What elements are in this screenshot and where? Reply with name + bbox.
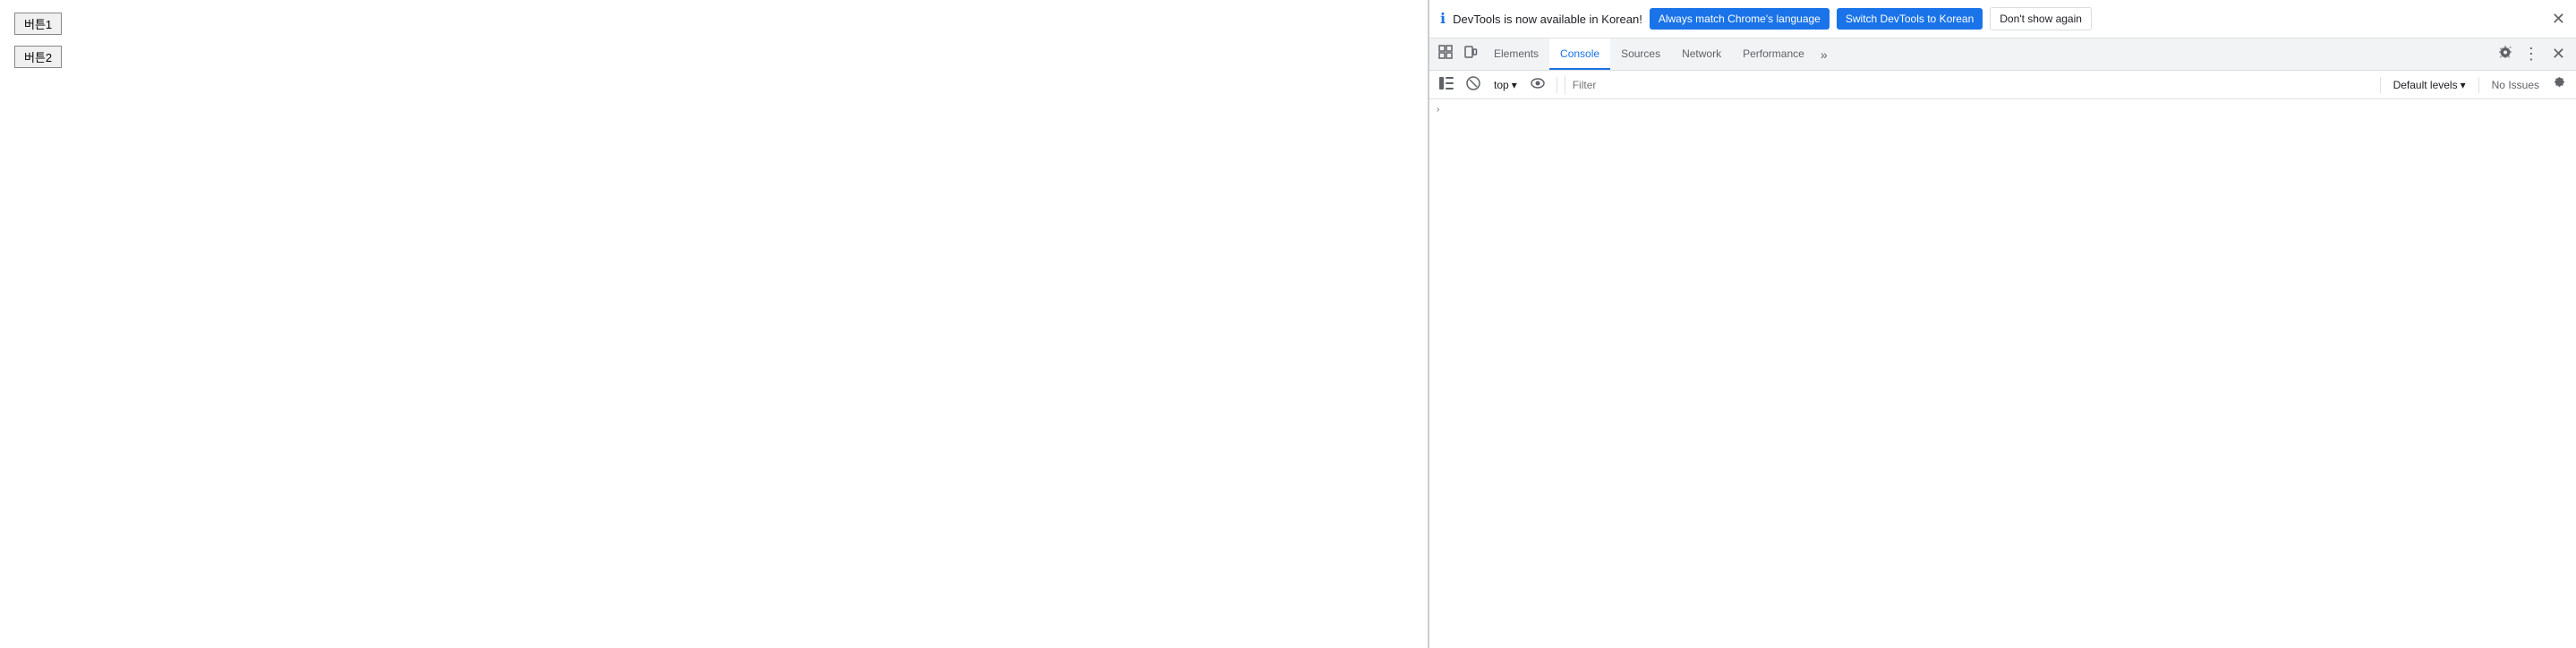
tab-performance-label: Performance: [1743, 47, 1804, 60]
no-issues-button[interactable]: No Issues: [2486, 76, 2545, 94]
inspect-element-button[interactable]: [1433, 41, 1458, 67]
switch-devtools-button[interactable]: Switch DevTools to Korean: [1837, 8, 1983, 30]
devtools-panel: ℹ DevTools is now available in Korean! A…: [1429, 0, 2576, 648]
live-expressions-button[interactable]: [1526, 74, 1549, 96]
devtools-close-button[interactable]: ✕: [2545, 41, 2572, 67]
tab-network[interactable]: Network: [1671, 38, 1732, 70]
javascript-context-selector[interactable]: top ▾: [1488, 77, 1523, 93]
tab-elements[interactable]: Elements: [1483, 38, 1549, 70]
tab-elements-label: Elements: [1494, 47, 1539, 60]
devtools-more-options-button[interactable]: ⋮: [2518, 41, 2545, 67]
console-prompt-row[interactable]: ›: [1429, 103, 2576, 116]
tab-console-label: Console: [1560, 47, 1599, 60]
console-settings-button[interactable]: [2548, 73, 2571, 96]
always-match-button[interactable]: Always match Chrome's language: [1650, 8, 1830, 30]
notification-banner: ℹ DevTools is now available in Korean! A…: [1429, 0, 2576, 38]
tab-sources-label: Sources: [1621, 47, 1660, 60]
sidebar-icon: [1439, 77, 1454, 93]
levels-label: Default levels: [2393, 79, 2458, 91]
console-toolbar: top ▾ Default levels ▾ No Issues: [1429, 71, 2576, 99]
dont-show-again-button[interactable]: Don't show again: [1990, 7, 2092, 30]
button-2[interactable]: 버튼2: [14, 46, 62, 68]
tab-performance[interactable]: Performance: [1732, 38, 1815, 70]
dots-vertical-icon: ⋮: [2523, 45, 2539, 63]
log-levels-button[interactable]: Default levels ▾: [2388, 76, 2471, 94]
webpage-area: 버튼1 버튼2: [0, 0, 1429, 648]
devtools-settings-button[interactable]: [2493, 41, 2518, 67]
no-issues-label: No Issues: [2492, 79, 2539, 91]
tab-sources[interactable]: Sources: [1610, 38, 1671, 70]
toolbar-divider-3: [2478, 77, 2479, 93]
notification-close-button[interactable]: ✕: [2552, 10, 2565, 29]
gear-icon: [2498, 47, 2512, 63]
tab-console[interactable]: Console: [1549, 38, 1610, 70]
clear-console-button[interactable]: [1462, 73, 1485, 97]
console-filter-input[interactable]: [1565, 75, 2373, 95]
button-1[interactable]: 버튼1: [14, 13, 62, 35]
clear-icon: [1466, 76, 1480, 94]
chevron-down-icon-2: ▾: [2461, 79, 2466, 91]
close-icon: ✕: [2552, 45, 2565, 63]
tab-network-label: Network: [1682, 47, 1721, 60]
device-icon: [1463, 45, 1478, 64]
console-content: ›: [1429, 99, 2576, 648]
notification-message: DevTools is now available in Korean!: [1453, 13, 1642, 26]
more-tabs-button[interactable]: »: [1815, 47, 1833, 62]
inspect-icon: [1438, 45, 1453, 64]
devtools-tab-bar: Elements Console Sources Network Perform…: [1429, 38, 2576, 71]
show-console-sidebar-button[interactable]: [1435, 74, 1458, 96]
prompt-chevron-icon: ›: [1437, 105, 1439, 115]
chevron-down-icon: ▾: [1512, 79, 1517, 91]
console-gear-icon: [2553, 78, 2566, 93]
context-label: top: [1494, 79, 1509, 91]
toolbar-divider-2: [2380, 77, 2381, 93]
eye-icon: [1531, 77, 1545, 93]
device-toolbar-button[interactable]: [1458, 41, 1483, 67]
info-icon: ℹ: [1440, 10, 1446, 28]
